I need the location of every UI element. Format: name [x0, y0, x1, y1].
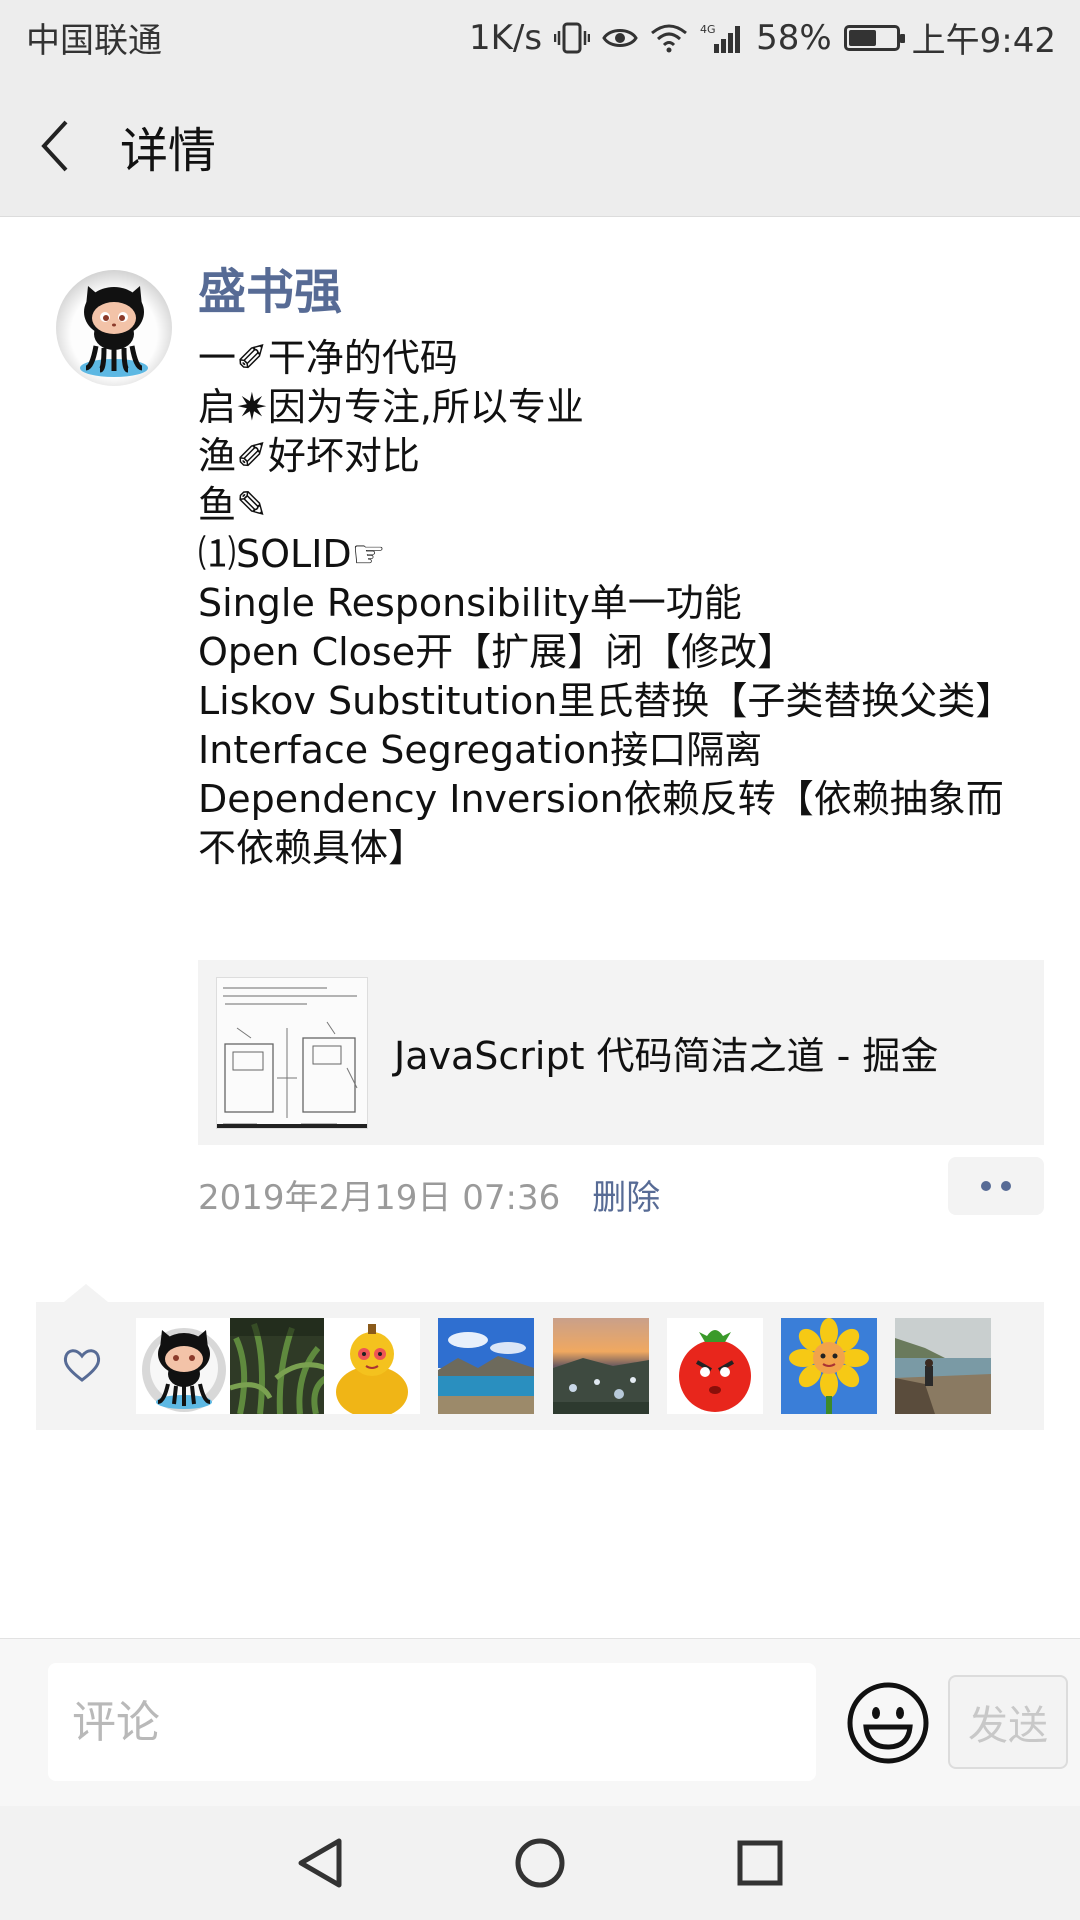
network-speed: 1K/s	[468, 17, 543, 58]
gourd-icon	[324, 1318, 420, 1414]
post-line: 启✷因为专注,所以专业	[198, 385, 584, 429]
comment-input[interactable]	[48, 1663, 816, 1781]
post-line: 渔✐好坏对比	[198, 434, 420, 478]
post-line: Liskov Substitution里氏替换【子类替换父类】	[198, 679, 1014, 723]
system-back-button[interactable]	[285, 1828, 355, 1898]
link-thumbnail	[216, 976, 368, 1129]
lake-photo	[438, 1318, 534, 1414]
nav-bar: 详情	[0, 75, 1080, 217]
link-title: JavaScript 代码简洁之道 - 掘金	[394, 1034, 939, 1078]
liker-avatar-seaside[interactable]	[895, 1318, 991, 1414]
chevron-left-icon	[41, 120, 68, 171]
status-icons: 1K/s 4G 58% 上午9:42	[469, 13, 1056, 62]
system-nav-bar	[0, 1806, 1080, 1920]
post-line: 一✐干净的代码	[198, 336, 458, 380]
angry-tomato-icon	[667, 1318, 763, 1414]
send-button[interactable]: 发送	[948, 1675, 1068, 1769]
likes-pointer	[64, 1284, 108, 1302]
page-title: 详情	[120, 122, 217, 179]
liker-avatar-sunset[interactable]	[553, 1318, 649, 1414]
signal-4g-icon: 4G	[700, 22, 744, 54]
author-name[interactable]: 盛书强	[198, 252, 342, 322]
system-home-button[interactable]	[505, 1828, 575, 1898]
octocat-icon	[136, 1318, 232, 1414]
comment-bar: 发送	[0, 1638, 1080, 1806]
back-button[interactable]	[0, 75, 110, 217]
heart-outline-icon	[63, 1349, 101, 1382]
liker-avatar-tomato[interactable]	[667, 1318, 763, 1414]
seaside-photo	[895, 1318, 991, 1414]
recents-square-icon	[737, 1840, 783, 1886]
post-line: ⑴SOLID☞	[198, 532, 386, 576]
back-triangle-icon	[298, 1838, 342, 1888]
sunset-photo	[553, 1318, 649, 1414]
shared-link-card[interactable]: JavaScript 代码简洁之道 - 掘金	[198, 960, 1044, 1145]
likes-panel	[36, 1302, 1044, 1430]
liker-avatar-gourd[interactable]	[324, 1318, 420, 1414]
plants-photo	[230, 1318, 326, 1414]
smiley-icon	[847, 1682, 929, 1764]
wifi-icon	[650, 23, 688, 53]
post-line: Single Responsibility单一功能	[198, 581, 742, 625]
home-circle-icon	[515, 1838, 565, 1888]
battery-percent: 58%	[756, 17, 832, 58]
post-line: Dependency Inversion依赖反转【依赖抽象而不依赖具体】	[198, 777, 1004, 870]
author-avatar[interactable]	[56, 270, 172, 386]
carrier-label: 中国联通	[26, 21, 162, 61]
more-actions-button[interactable]	[948, 1157, 1044, 1215]
status-bar: 中国联通 1K/s 4G 58% 上午9:42	[0, 0, 1080, 75]
liker-avatar-plants[interactable]	[230, 1318, 326, 1414]
post-line: 鱼✎	[198, 483, 268, 527]
network-type-label: 4G	[700, 23, 716, 36]
sunflower-icon	[781, 1318, 877, 1414]
delete-button[interactable]: 删除	[592, 1170, 660, 1219]
liker-avatar-lake[interactable]	[438, 1318, 534, 1414]
liker-avatar-octocat[interactable]	[136, 1318, 232, 1414]
post-timestamp: 2019年2月19日 07:36	[198, 1178, 561, 1218]
clock: 上午9:42	[911, 21, 1056, 61]
dot-icon	[1001, 1181, 1011, 1191]
eye-icon	[602, 24, 638, 52]
post-meta: 2019年2月19日 07:36 删除	[198, 1170, 660, 1219]
system-recents-button[interactable]	[725, 1828, 795, 1898]
battery-fill	[848, 29, 876, 46]
dot-icon	[981, 1181, 991, 1191]
vibrate-icon	[554, 21, 591, 55]
emoji-button[interactable]	[846, 1681, 930, 1765]
post-line: Interface Segregation接口隔离	[198, 728, 763, 772]
octocat-icon	[80, 286, 148, 377]
liker-avatar-sunflower[interactable]	[781, 1318, 877, 1414]
post-content: 一✐干净的代码 启✷因为专注,所以专业 渔✐好坏对比 鱼✎ ⑴SOLID☞ Si…	[198, 334, 1038, 873]
battery-icon	[843, 24, 905, 51]
post-line: Open Close开【扩展】闭【修改】	[198, 630, 796, 674]
